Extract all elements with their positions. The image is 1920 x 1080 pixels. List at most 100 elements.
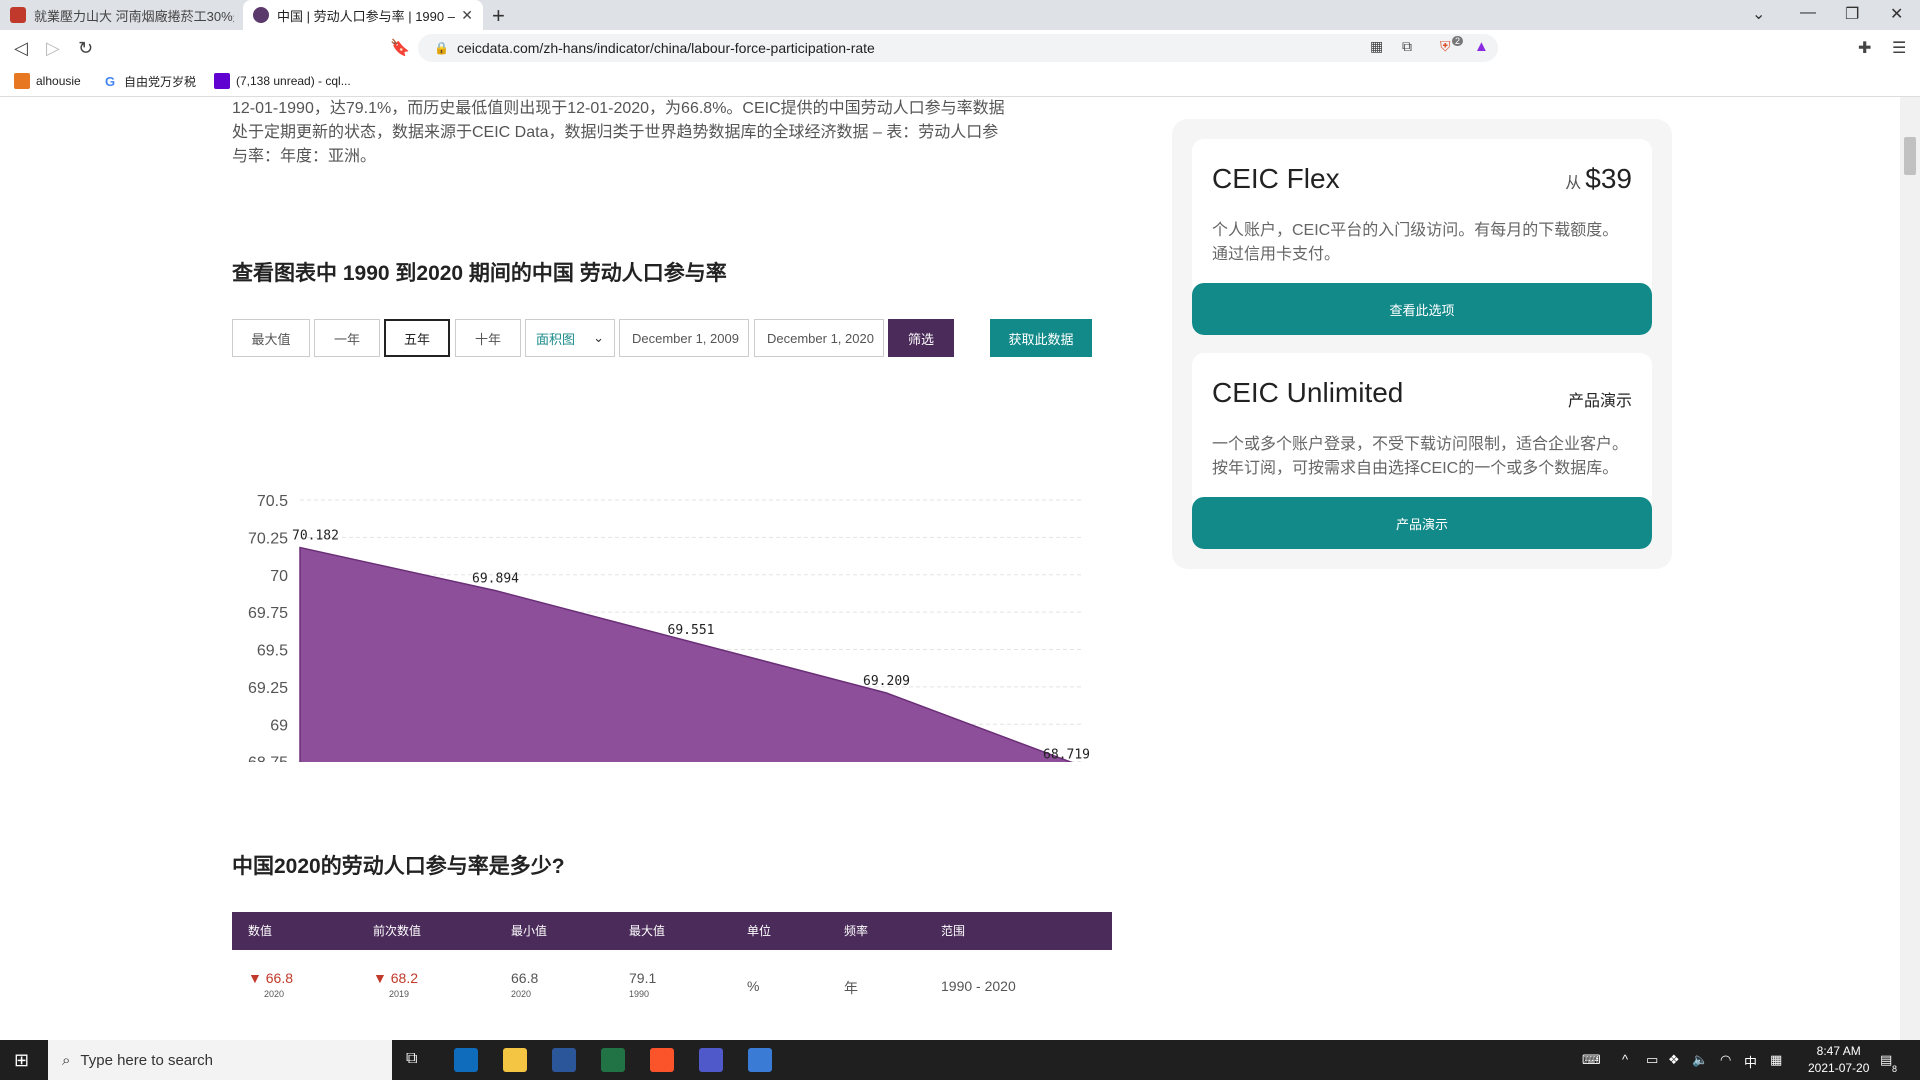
view-option-button[interactable]: 查看此选项 <box>1192 283 1652 335</box>
search-icon: ⌕ <box>62 1051 71 1069</box>
down-arrow-icon: ▼ <box>248 970 262 986</box>
bookmark-item[interactable]: alhousie <box>14 73 81 89</box>
forward-icon[interactable]: ▷ <box>46 38 60 59</box>
windows-start-icon[interactable]: ⊞ <box>14 1050 29 1071</box>
table-row: ▼ 66.8 2020 ▼ 68.2 2019 66.8 2020 79.1 1… <box>232 950 1112 1022</box>
header-frequency: 频率 <box>844 924 869 938</box>
minimize-icon[interactable]: — <box>1800 4 1816 22</box>
intro-paragraph: 12-01-1990，达79.1%，而历史最低值则出现于12-01-2020，为… <box>232 100 1005 165</box>
range-10y-button[interactable]: 十年 <box>455 319 521 357</box>
tab-active[interactable]: 中国 | 劳动人口参与率 | 1990 – 20 ✕ <box>243 0 483 30</box>
tray-chevron-icon[interactable]: ^ <box>1622 1052 1628 1067</box>
remote-desktop-icon[interactable] <box>748 1048 772 1072</box>
back-icon[interactable]: ◁ <box>14 38 28 59</box>
scrollbar[interactable] <box>1900 97 1920 1040</box>
min-text: 66.8 <box>511 970 539 986</box>
filter-button[interactable]: 筛选 <box>888 319 954 357</box>
previous-text: 68.2 <box>390 970 418 986</box>
bookmark-item[interactable]: (7,138 unread) - cql... <box>214 73 351 89</box>
volume-icon[interactable]: 🔈 <box>1692 1052 1708 1068</box>
bookmark-item[interactable]: G 自由党万岁税 <box>102 73 196 90</box>
scrollbar-thumb[interactable] <box>1904 137 1916 175</box>
brave-rewards-icon[interactable]: ▲ <box>1474 38 1489 55</box>
header-min: 最小值 <box>511 924 548 938</box>
task-view-icon[interactable]: ⧉ <box>406 1050 417 1068</box>
bookmark-label: 自由党万岁税 <box>124 75 197 89</box>
range-5y-button[interactable]: 五年 <box>384 319 450 357</box>
range-max-button[interactable]: 最大值 <box>232 319 310 357</box>
area-chart: 70.570.257069.7569.569.256968.7568.52014… <box>248 493 1090 762</box>
data-label: 68.719 <box>1043 747 1090 762</box>
end-date-input[interactable]: December 1, 2020 <box>754 319 884 357</box>
clock[interactable]: 8:47 AM 2021-07-20 <box>1808 1044 1869 1075</box>
tab-title: 中国 | 劳动人口参与率 | 1990 – 20 <box>277 8 457 24</box>
header-value: 数值 <box>248 924 273 938</box>
excel-icon[interactable] <box>601 1048 625 1072</box>
close-window-icon[interactable]: ✕ <box>1890 4 1903 24</box>
dropbox-icon[interactable]: ❖ <box>1668 1052 1680 1068</box>
question-title: 中国2020的劳动人口参与率是多少? <box>232 855 565 878</box>
y-tick-label: 69.5 <box>257 643 288 660</box>
start-date-input[interactable]: December 1, 2009 <box>619 319 749 357</box>
taskbar-search[interactable]: ⌕ Type here to search <box>48 1040 392 1080</box>
y-tick-label: 68.75 <box>248 755 288 762</box>
url-text: ceicdata.com/zh-hans/indicator/china/lab… <box>456 40 875 56</box>
y-tick-label: 69 <box>270 717 288 734</box>
close-tab-icon[interactable]: ✕ <box>461 7 473 24</box>
range-cell: 1990 - 2020 <box>941 978 1016 994</box>
y-tick-label: 70.25 <box>248 530 288 547</box>
tab-search-icon[interactable]: ⌄ <box>1752 4 1765 24</box>
chart-type-value: 面积图 <box>536 331 576 347</box>
flex-name: CEIC Flex <box>1212 163 1340 194</box>
demo-button[interactable]: 产品演示 <box>1192 497 1652 549</box>
range-1y-button[interactable]: 一年 <box>314 319 380 357</box>
flex-price: 从 $39 <box>1565 163 1632 195</box>
bookmark-icon[interactable]: 🔖 <box>390 38 410 58</box>
bookmark-label: alhousie <box>36 74 81 88</box>
notifications-icon[interactable]: ▤ <box>1880 1052 1892 1068</box>
ime-mode-icon[interactable]: ▦ <box>1770 1052 1782 1068</box>
reload-icon[interactable]: ↻ <box>78 38 93 59</box>
clock-time: 8:47 AM <box>1816 1044 1861 1058</box>
min-cell: 66.8 2020 <box>511 970 538 999</box>
flex-description: 个人账户，CEIC平台的入门级访问。有每月的下载额度。通过信用卡支付。 <box>1212 222 1619 263</box>
chart-type-select[interactable]: 面积图 ⌄ <box>525 319 615 357</box>
ime-indicator[interactable]: 中 <box>1744 1052 1757 1071</box>
unlimited-name: CEIC Unlimited <box>1212 377 1404 408</box>
restore-icon[interactable]: ❐ <box>1845 4 1859 24</box>
down-arrow-icon: ▼ <box>373 970 387 986</box>
notifications-count: 8 <box>1892 1064 1898 1074</box>
max-text: 79.1 <box>629 970 657 986</box>
extensions-icon[interactable]: ✚ <box>1858 38 1871 58</box>
bookmarks-bar: alhousie G 自由党万岁税 (7,138 unread) - cql..… <box>0 66 1920 97</box>
get-data-button[interactable]: 获取此数据 <box>990 319 1092 357</box>
address-bar[interactable]: 🔒 ceicdata.com/zh-hans/indicator/china/l… <box>418 34 1498 62</box>
unlimited-card: CEIC Unlimited 产品演示 一个或多个账户登录，不受下载访问限制，适… <box>1192 353 1652 549</box>
file-explorer-icon[interactable] <box>503 1048 527 1072</box>
battery-icon[interactable]: ▭ <box>1646 1052 1658 1068</box>
tab-bar: 就業壓力山大 河南烟廠捲菸工30%是 中国 | 劳动人口参与率 | 1990 –… <box>0 0 1920 30</box>
google-icon: G <box>102 73 118 90</box>
translate-icon[interactable]: ⧉ <box>1402 38 1412 55</box>
tab-inactive[interactable]: 就業壓力山大 河南烟廠捲菸工30%是 <box>0 0 243 30</box>
teams-icon[interactable] <box>699 1048 723 1072</box>
value-text: 66.8 <box>265 970 293 986</box>
brave-icon[interactable] <box>650 1048 674 1072</box>
y-tick-label: 69.25 <box>248 680 288 697</box>
brave-shield-icon[interactable]: ⛨ <box>1440 38 1451 55</box>
bookmark-label: (7,138 unread) - cql... <box>236 74 351 88</box>
menu-icon[interactable]: ☰ <box>1892 38 1906 58</box>
data-label: 69.894 <box>472 572 519 587</box>
word-icon[interactable] <box>552 1048 576 1072</box>
frequency-cell: 年 <box>844 980 858 996</box>
header-previous: 前次数值 <box>373 924 422 938</box>
keyboard-icon[interactable]: ⌨ <box>1582 1052 1601 1068</box>
new-tab-icon[interactable]: + <box>492 3 505 29</box>
yahoo-mail-icon <box>214 73 230 89</box>
outlook-icon[interactable] <box>454 1048 478 1072</box>
qr-code-icon[interactable]: ▦ <box>1370 38 1383 55</box>
browser-toolbar: ◁ ▷ ↻ 🔖 🔒 ceicdata.com/zh-hans/indicator… <box>0 30 1920 66</box>
wifi-icon[interactable]: ◠ <box>1720 1052 1731 1068</box>
sc-icon <box>14 73 30 89</box>
page-content: 12-01-1990，达79.1%，而历史最低值则出现于12-01-2020，为… <box>0 97 1920 1040</box>
